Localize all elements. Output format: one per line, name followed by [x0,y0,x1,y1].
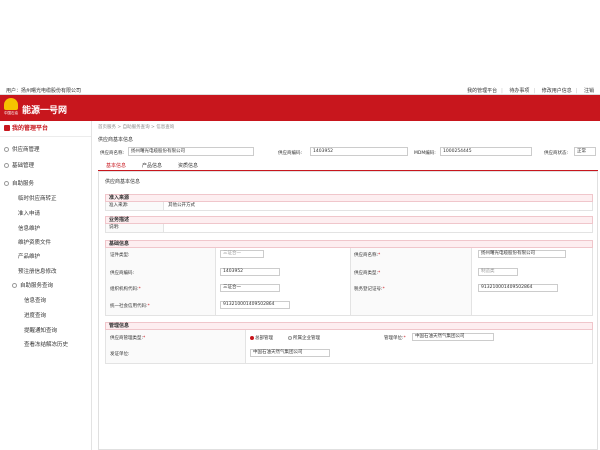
breadcrumb: 首页服务 > 自助服务查询 > 信息查询 [98,125,175,130]
site-header: 中国石油 能源一号网 [0,95,600,121]
current-user-label: 用户：扬州曙光电缆股份有限公司 [6,88,82,94]
link-edit-user[interactable]: 修改用户信息 [542,88,572,94]
org-code-input[interactable]: 三证合一 [220,284,280,292]
radio-hq-mgmt[interactable]: 总部管理 [250,335,273,341]
access-source-label: 准入来源: [106,202,164,210]
supplier-code-label: 供应商编码: [278,151,303,156]
top-bar: 用户：扬州曙光电缆股份有限公司 我的管理平台 | 待办事项 | 修改用户信息 | 注销 [0,85,600,95]
basic-info-header: 基础信息 [105,240,593,248]
tab-qualification-info[interactable]: 资质信息 [178,162,198,169]
radio-checked-icon [250,336,254,340]
mgmt-type-label: 供应商管理类型:* [110,336,146,341]
site-title: 能源一号网 [22,106,68,116]
petrochina-logo: 中国石油 [3,98,19,118]
top-links: 我的管理平台 | 待办事项 | 修改用户信息 | 注销 [467,88,594,94]
access-source-row: 准入来源: 其他公开方式 [105,202,593,211]
access-source-value: 其他公开方式 [168,203,195,208]
tab-product-info[interactable]: 产品信息 [142,162,162,169]
id-type-label: 证件类型: [110,253,130,258]
mgmt-unit-label: 管理单位:* [384,336,406,341]
supplier-name-label: 供应商名称: [100,151,125,156]
circle-icon [4,163,9,168]
supplier-name-field: 扬州曙光电缆股份有限公司 [128,147,254,156]
credit-code-label: 统一社会信用代码:* [110,304,150,309]
tax-reg-label: 税务登记证号:* [354,287,385,292]
supplier-type-select[interactable]: 制造类 [478,268,518,276]
sidebar: 我的管理平台 供应商管理 基础管理 自助服务 临时供应商转正 准入申请 信息维护… [0,121,92,450]
id-type-select[interactable]: 三证合一 [220,250,264,258]
radio-unchecked-icon [288,336,292,340]
panel-title: 供应商基本信息 [105,179,141,185]
circle-icon [4,181,9,186]
mdm-code-label: MDM编码: [414,151,436,156]
supplier-status-field: 正常 [574,147,596,156]
platform-icon [4,125,10,131]
issuer-input[interactable]: 中国石油天然气集团公司 [250,349,330,357]
section-title: 供应商基本信息 [98,137,134,143]
radio-enterprise-mgmt[interactable]: 所属企业管理 [288,335,320,341]
credit-code-input[interactable]: 913210001409502864 [220,301,290,309]
circle-icon [4,147,9,152]
sidebar-title: 我的管理平台 [0,121,91,137]
supplier-type-label: 供应商类型:* [354,271,381,276]
basic-info-grid: 证件类型: 三证合一 供应商名称:* 扬州曙光电缆股份有限公司 供应商编码: 1… [105,248,593,316]
circle-icon [12,283,17,288]
tab-basic-info[interactable]: 基本信息 [106,162,126,169]
link-todo[interactable]: 待办事项 [509,88,529,94]
sidebar-item-self-service-query[interactable]: 自助服务查询 [12,281,104,289]
tax-reg-input[interactable]: 913210001409502864 [478,284,558,292]
mgmt-unit-input[interactable]: 中国石油天然气集团公司 [412,333,494,341]
supplier-code-input[interactable]: 1403952 [220,268,280,276]
sidebar-item-supplier-mgmt[interactable]: 供应商管理 [4,145,96,153]
sidebar-item-self-service[interactable]: 自助服务 [4,179,96,187]
sidebar-item-basic-mgmt[interactable]: 基础管理 [4,161,96,169]
link-my-platform[interactable]: 我的管理平台 [467,88,497,94]
mdm-code-field: 1000254445 [440,147,532,156]
business-desc-label: 说明: [106,224,164,232]
mgmt-info-header: 管理信息 [105,322,593,330]
issuer-label: 发证单位: [110,352,130,357]
info-tabs: 基本信息 产品信息 资质信息 [98,161,598,171]
link-logout[interactable]: 注销 [584,88,594,94]
supplier-name-label-2: 供应商名称:* [354,253,381,258]
main-content: 首页服务 > 自助服务查询 > 信息查询 供应商基本信息 供应商名称: 扬州曙光… [94,121,600,450]
mgmt-info-grid: 供应商管理类型:* 总部管理 所属企业管理 管理单位:* 中国石油天然气集团公司… [105,330,593,364]
org-code-label: 组织机构代码:* [110,287,141,292]
access-source-header: 准入来源 [105,194,593,202]
supplier-name-input[interactable]: 扬州曙光电缆股份有限公司 [478,250,566,258]
business-desc-header: 业务描述 [105,216,593,224]
business-desc-row: 说明: [105,224,593,233]
supplier-summary: 供应商名称: 扬州曙光电缆股份有限公司 供应商编码: 1403952 MDM编码… [98,147,598,159]
supplier-status-label: 供应商状态: [544,151,569,156]
supplier-code-field: 1403952 [310,147,408,156]
basic-info-panel: 供应商基本信息 准入来源 准入来源: 其他公开方式 业务描述 说明: 基础信息 … [98,171,598,450]
supplier-code-label-2: 供应商编码: [110,271,135,276]
